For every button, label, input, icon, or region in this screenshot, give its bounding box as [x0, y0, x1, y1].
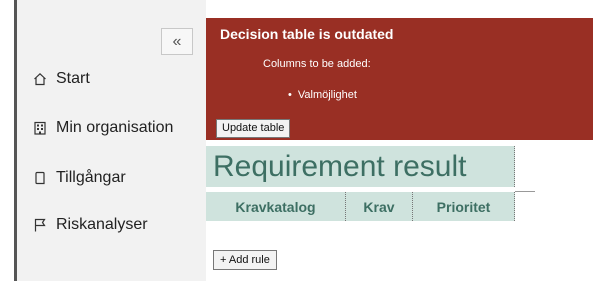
- table-divider: [515, 191, 535, 192]
- column-header-krav[interactable]: Krav: [346, 192, 413, 221]
- home-icon: [33, 72, 47, 86]
- table-title: Requirement result: [206, 146, 515, 187]
- banner-title: Decision table is outdated: [220, 26, 394, 42]
- column-header-kravkatalog[interactable]: Kravkatalog: [206, 192, 346, 221]
- add-rule-button[interactable]: + Add rule: [213, 250, 277, 270]
- sidebar-item-tillgangar[interactable]: Tillgångar: [33, 169, 126, 187]
- column-header-prioritet[interactable]: Prioritet: [413, 192, 515, 221]
- banner-list-item: • Valmöjlighet: [288, 89, 357, 101]
- sidebar-item-label: Start: [56, 70, 90, 87]
- sidebar-item-label: Min organisation: [56, 119, 174, 136]
- sidebar-item-label: Riskanalyser: [56, 216, 148, 233]
- sidebar-item-start[interactable]: Start: [33, 70, 90, 88]
- outdated-warning-banner: Decision table is outdated Columns to be…: [206, 18, 593, 140]
- sidebar-collapse-button[interactable]: «: [161, 28, 193, 55]
- document-icon: [33, 171, 47, 185]
- update-table-button[interactable]: Update table: [216, 119, 291, 138]
- double-chevron-left-icon: «: [172, 32, 182, 50]
- building-icon: [33, 121, 47, 135]
- banner-subtitle: Columns to be added:: [263, 58, 371, 70]
- flag-icon: [33, 218, 47, 232]
- sidebar-item-min-organisation[interactable]: Min organisation: [33, 119, 173, 137]
- bullet-icon: •: [288, 89, 292, 101]
- sidebar-item-riskanalyser[interactable]: Riskanalyser: [33, 216, 148, 234]
- sidebar-item-label: Tillgångar: [56, 169, 126, 186]
- banner-list-item-label: Valmöjlighet: [297, 89, 357, 101]
